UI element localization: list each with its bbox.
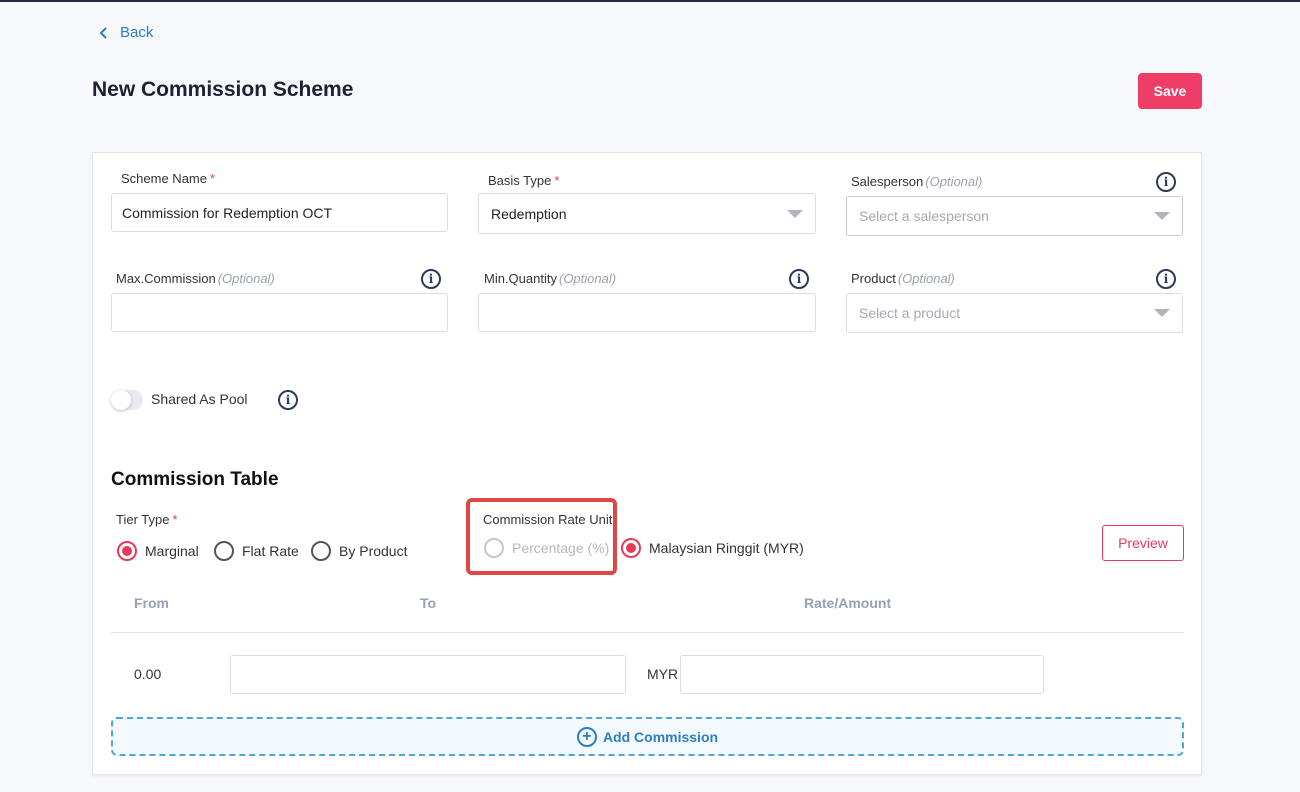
add-commission-button[interactable]: + Add Commission [111, 717, 1184, 756]
row-from-value: 0.00 [134, 666, 162, 682]
max-commission-label: Max.Commission (Optional) [116, 271, 275, 286]
chevron-left-icon [99, 26, 107, 39]
shared-pool-info-icon[interactable]: i [278, 390, 298, 410]
min-quantity-input[interactable] [478, 293, 816, 332]
product-label: Product (Optional) [851, 271, 955, 286]
basis-type-select[interactable]: Redemption [478, 193, 816, 234]
column-rate-amount: Rate/Amount [804, 595, 892, 611]
back-label: Back [120, 24, 154, 41]
salesperson-select[interactable]: Select a salesperson [846, 196, 1183, 236]
radio-checked-icon [117, 541, 137, 561]
tier-type-label: Tier Type * [116, 512, 178, 527]
preview-button[interactable]: Preview [1102, 525, 1184, 561]
page-title: New Commission Scheme [92, 78, 354, 101]
rate-unit-label: Commission Rate Unit [483, 512, 613, 527]
save-button[interactable]: Save [1138, 73, 1202, 109]
product-info-icon[interactable]: i [1156, 269, 1176, 289]
min-quantity-info-icon[interactable]: i [789, 269, 809, 289]
product-select[interactable]: Select a product [846, 293, 1183, 333]
caret-down-icon [787, 209, 803, 218]
rate-unit-highlight [466, 498, 617, 575]
row-rate-input[interactable] [680, 655, 1044, 694]
shared-pool-toggle[interactable] [111, 390, 143, 410]
row-to-input[interactable] [230, 655, 626, 694]
caret-down-icon [1154, 309, 1170, 317]
tier-marginal-radio[interactable]: Marginal [117, 541, 199, 561]
row-currency-label: MYR [647, 666, 679, 682]
tier-by-product-radio[interactable]: By Product [311, 541, 407, 561]
max-commission-input[interactable] [111, 293, 448, 332]
shared-pool-label: Shared As Pool [151, 391, 248, 407]
rate-myr-radio[interactable]: Malaysian Ringgit (MYR) [621, 538, 804, 558]
table-divider [111, 632, 1184, 633]
radio-unchecked-icon [484, 538, 504, 558]
back-link[interactable]: Back [98, 24, 153, 41]
scheme-name-input[interactable]: Commission for Redemption OCT [111, 193, 448, 232]
caret-down-icon [1154, 212, 1170, 220]
basis-type-label: Basis Type * [488, 173, 560, 188]
salesperson-label: Salesperson (Optional) [851, 174, 983, 189]
radio-unchecked-icon [311, 541, 331, 561]
salesperson-info-icon[interactable]: i [1156, 172, 1176, 192]
max-commission-info-icon[interactable]: i [421, 269, 441, 289]
plus-circle-icon: + [576, 726, 597, 747]
min-quantity-label: Min.Quantity (Optional) [484, 271, 617, 286]
radio-checked-icon [621, 538, 641, 558]
column-from: From [134, 595, 169, 611]
radio-unchecked-icon [214, 541, 234, 561]
rate-percentage-radio[interactable]: Percentage (%) [484, 538, 609, 558]
tier-flat-rate-radio[interactable]: Flat Rate [214, 541, 299, 561]
column-to: To [420, 595, 437, 611]
commission-table-title: Commission Table [111, 469, 279, 490]
scheme-name-label: Scheme Name * [121, 171, 216, 186]
